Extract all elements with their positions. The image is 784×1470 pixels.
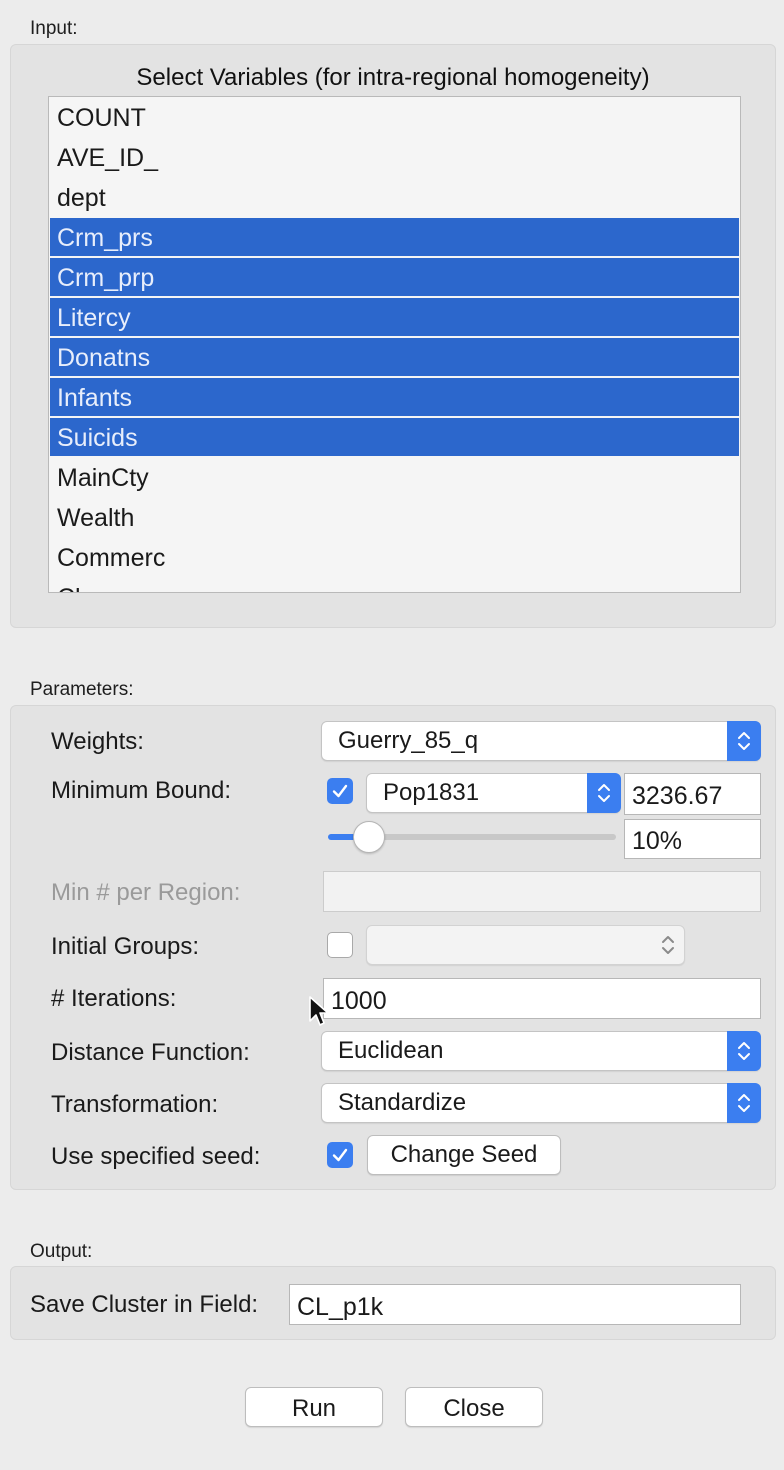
min-per-region-label: Min # per Region: <box>51 879 241 906</box>
list-item[interactable]: Crm_prs <box>50 218 739 256</box>
parameters-section-label: Parameters: <box>30 679 134 700</box>
updown-chevron-icon <box>727 1083 761 1123</box>
list-item[interactable]: MainCty <box>50 458 739 496</box>
minimum-bound-slider-handle[interactable] <box>353 821 385 853</box>
list-item[interactable]: Infants <box>50 378 739 416</box>
input-section-label: Input: <box>30 18 78 39</box>
use-seed-checkbox[interactable] <box>327 1142 353 1168</box>
distance-function-select[interactable]: Euclidean <box>321 1031 761 1071</box>
weights-select[interactable]: Guerry_85_q <box>321 721 761 761</box>
change-seed-button[interactable]: Change Seed <box>367 1135 561 1175</box>
output-section-label: Output: <box>30 1241 93 1262</box>
variables-listbox[interactable]: COUNT AVE_ID_ dept Crm_prs Crm_prp Litercy Don… <box>48 96 741 593</box>
transformation-select[interactable]: Standardize <box>321 1083 761 1123</box>
save-cluster-label: Save Cluster in Field: <box>30 1291 259 1318</box>
list-item[interactable]: Commerc <box>50 538 739 576</box>
save-cluster-field[interactable]: CL_p1k <box>289 1284 741 1325</box>
weights-label: Weights: <box>51 728 144 755</box>
minimum-bound-variable-select[interactable]: Pop1831 <box>366 773 621 813</box>
list-item[interactable]: Crm_prp <box>50 258 739 296</box>
list-item[interactable]: AVE_ID_ <box>50 138 739 176</box>
min-per-region-field[interactable] <box>323 871 761 912</box>
distance-function-label: Distance Function: <box>51 1039 250 1066</box>
initial-groups-select[interactable] <box>366 925 685 965</box>
list-item[interactable]: COUNT <box>50 98 739 136</box>
checkmark-icon <box>332 1148 348 1162</box>
minimum-bound-checkbox[interactable] <box>327 778 353 804</box>
list-item[interactable]: Litercy <box>50 298 739 336</box>
list-item[interactable]: dept <box>50 178 739 216</box>
mouse-cursor-icon <box>309 996 329 1026</box>
minimum-bound-slider-track[interactable] <box>370 834 616 840</box>
initial-groups-label: Initial Groups: <box>51 933 200 960</box>
minimum-bound-variable-value: Pop1831 <box>383 779 480 806</box>
distance-function-value: Euclidean <box>338 1037 444 1064</box>
use-seed-label: Use specified seed: <box>51 1143 261 1170</box>
updown-chevron-icon <box>651 925 685 965</box>
minimum-bound-label: Minimum Bound: <box>51 777 232 804</box>
list-item[interactable]: Wealth <box>50 498 739 536</box>
transformation-label: Transformation: <box>51 1091 219 1118</box>
variables-list-title: Select Variables (for intra-regional hom… <box>136 64 650 91</box>
list-item[interactable]: Suicids <box>50 418 739 456</box>
updown-chevron-icon <box>727 721 761 761</box>
close-button[interactable]: Close <box>405 1387 543 1427</box>
iterations-label: # Iterations: <box>51 985 177 1012</box>
updown-chevron-icon <box>727 1031 761 1071</box>
minimum-bound-percent-field[interactable]: 10% <box>624 819 761 859</box>
checkmark-icon <box>332 784 348 798</box>
list-item[interactable]: Donatns <box>50 338 739 376</box>
list-item[interactable]: Clergy <box>50 578 739 592</box>
minimum-bound-value-field[interactable]: 3236.67 <box>624 773 761 815</box>
run-button[interactable]: Run <box>245 1387 383 1427</box>
initial-groups-checkbox[interactable] <box>327 932 353 958</box>
variables-list: COUNT AVE_ID_ dept Crm_prs Crm_prp Litercy Don… <box>50 98 739 592</box>
transformation-value: Standardize <box>338 1089 467 1116</box>
iterations-field[interactable]: 1000 <box>323 978 761 1019</box>
weights-select-value: Guerry_85_q <box>338 727 479 754</box>
updown-chevron-icon <box>587 773 621 813</box>
